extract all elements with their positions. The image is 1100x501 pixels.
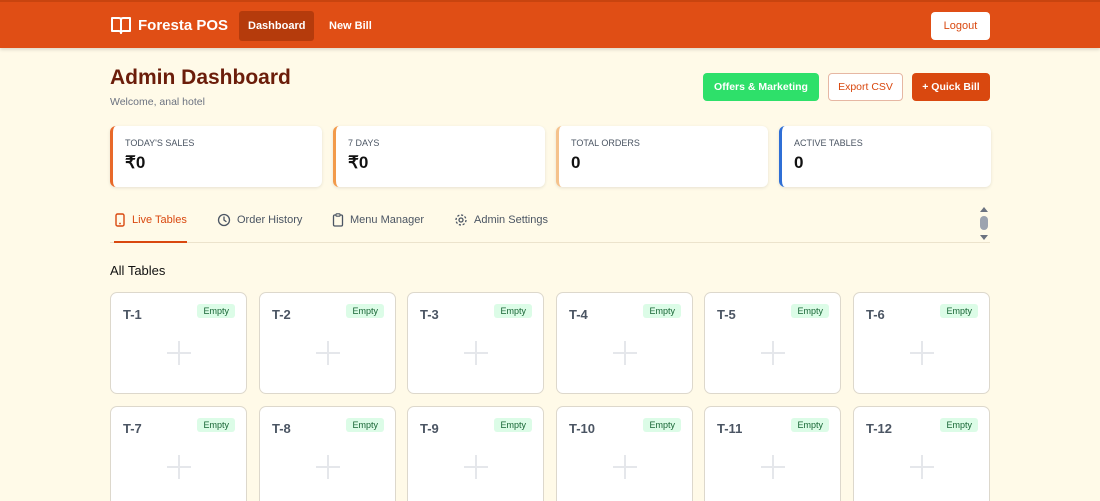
plus-icon [761,341,785,365]
plus-icon [464,341,488,365]
status-badge: Empty [791,418,829,432]
table-card-t8[interactable]: T-8 Empty [259,406,396,501]
stat-card-todays-sales: TODAY'S SALES ₹0 [110,126,322,187]
stat-label: TOTAL ORDERS [571,138,640,148]
stat-value: ₹0 [348,153,369,172]
status-badge: Empty [346,304,384,318]
table-card-t5[interactable]: T-5 Empty [704,292,841,394]
plus-icon [910,455,934,479]
status-badge: Empty [197,304,235,318]
table-name: T-8 [272,421,291,436]
table-card-t10[interactable]: T-10 Empty [556,406,693,501]
table-card-t9[interactable]: T-9 Empty [407,406,544,501]
nav-new-bill-link[interactable]: New Bill [320,11,381,41]
page-title: Admin Dashboard [110,66,291,89]
stat-value: 0 [794,153,804,172]
status-badge: Empty [791,304,829,318]
plus-icon [316,341,340,365]
table-name: T-3 [420,307,439,322]
plus-icon [910,341,934,365]
status-badge: Empty [197,418,235,432]
plus-icon [761,455,785,479]
table-name: T-5 [717,307,736,322]
offers-marketing-button[interactable]: Offers & Marketing [703,73,819,101]
dashboard-tabs: Live Tables Order History Menu Manager A… [110,207,990,243]
plus-icon [464,455,488,479]
plus-icon [167,455,191,479]
tab-label: Admin Settings [474,214,548,226]
table-name: T-6 [866,307,885,322]
plus-icon [613,341,637,365]
status-badge: Empty [494,304,532,318]
plus-icon [316,455,340,479]
table-name: T-10 [569,421,596,436]
table-card-t1[interactable]: T-1 Empty [110,292,247,394]
stat-label: 7 DAYS [348,138,380,148]
clock-icon [217,213,231,227]
status-badge: Empty [643,304,681,318]
plus-icon [613,455,637,479]
table-card-t12[interactable]: T-12 Empty [853,406,990,501]
stat-value: 0 [571,153,581,172]
table-card-t11[interactable]: T-11 Empty [704,406,841,501]
stat-value: ₹0 [125,153,146,172]
table-name: T-12 [866,421,893,436]
gear-icon [455,214,467,226]
table-name: T-9 [420,421,439,436]
tab-label: Order History [237,214,303,226]
book-icon [111,17,131,34]
brand-name: Foresta POS [138,16,229,34]
brand[interactable]: Foresta POS [111,16,228,34]
tab-order-history[interactable]: Order History [217,213,303,243]
table-name: T-2 [272,307,291,322]
logout-button[interactable]: Logout [931,12,990,40]
table-name: T-1 [123,307,142,322]
table-card-t7[interactable]: T-7 Empty [110,406,247,501]
plus-icon [167,341,191,365]
welcome-text: Welcome, anal hotel [110,96,205,108]
tab-live-tables[interactable]: Live Tables [114,213,187,243]
tablet-icon [115,213,125,227]
top-navbar: Foresta POS Dashboard New Bill Logout [0,0,1100,48]
table-name: T-4 [569,307,588,322]
table-card-t3[interactable]: T-3 Empty [407,292,544,394]
table-card-t4[interactable]: T-4 Empty [556,292,693,394]
nav-dashboard-link[interactable]: Dashboard [239,11,315,41]
section-title: All Tables [110,263,166,278]
table-card-t6[interactable]: T-6 Empty [853,292,990,394]
status-badge: Empty [346,418,384,432]
export-csv-button[interactable]: Export CSV [828,73,903,101]
tabs-scroll-indicator[interactable] [979,207,989,241]
status-badge: Empty [643,418,681,432]
status-badge: Empty [494,418,532,432]
clipboard-icon [332,213,344,227]
status-badge: Empty [940,418,978,432]
stat-label: TODAY'S SALES [125,138,195,148]
stat-label: ACTIVE TABLES [794,138,863,148]
tab-label: Live Tables [132,214,187,226]
tab-label: Menu Manager [350,214,424,226]
quick-bill-button[interactable]: + Quick Bill [912,73,990,101]
stat-card-7-days: 7 DAYS ₹0 [333,126,545,187]
tab-menu-manager[interactable]: Menu Manager [332,213,424,243]
tab-admin-settings[interactable]: Admin Settings [454,214,548,243]
table-card-t2[interactable]: T-2 Empty [259,292,396,394]
status-badge: Empty [940,304,978,318]
table-name: T-7 [123,421,142,436]
table-name: T-11 [717,421,743,436]
stat-card-active-tables: ACTIVE TABLES 0 [779,126,991,187]
stat-card-total-orders: TOTAL ORDERS 0 [556,126,768,187]
